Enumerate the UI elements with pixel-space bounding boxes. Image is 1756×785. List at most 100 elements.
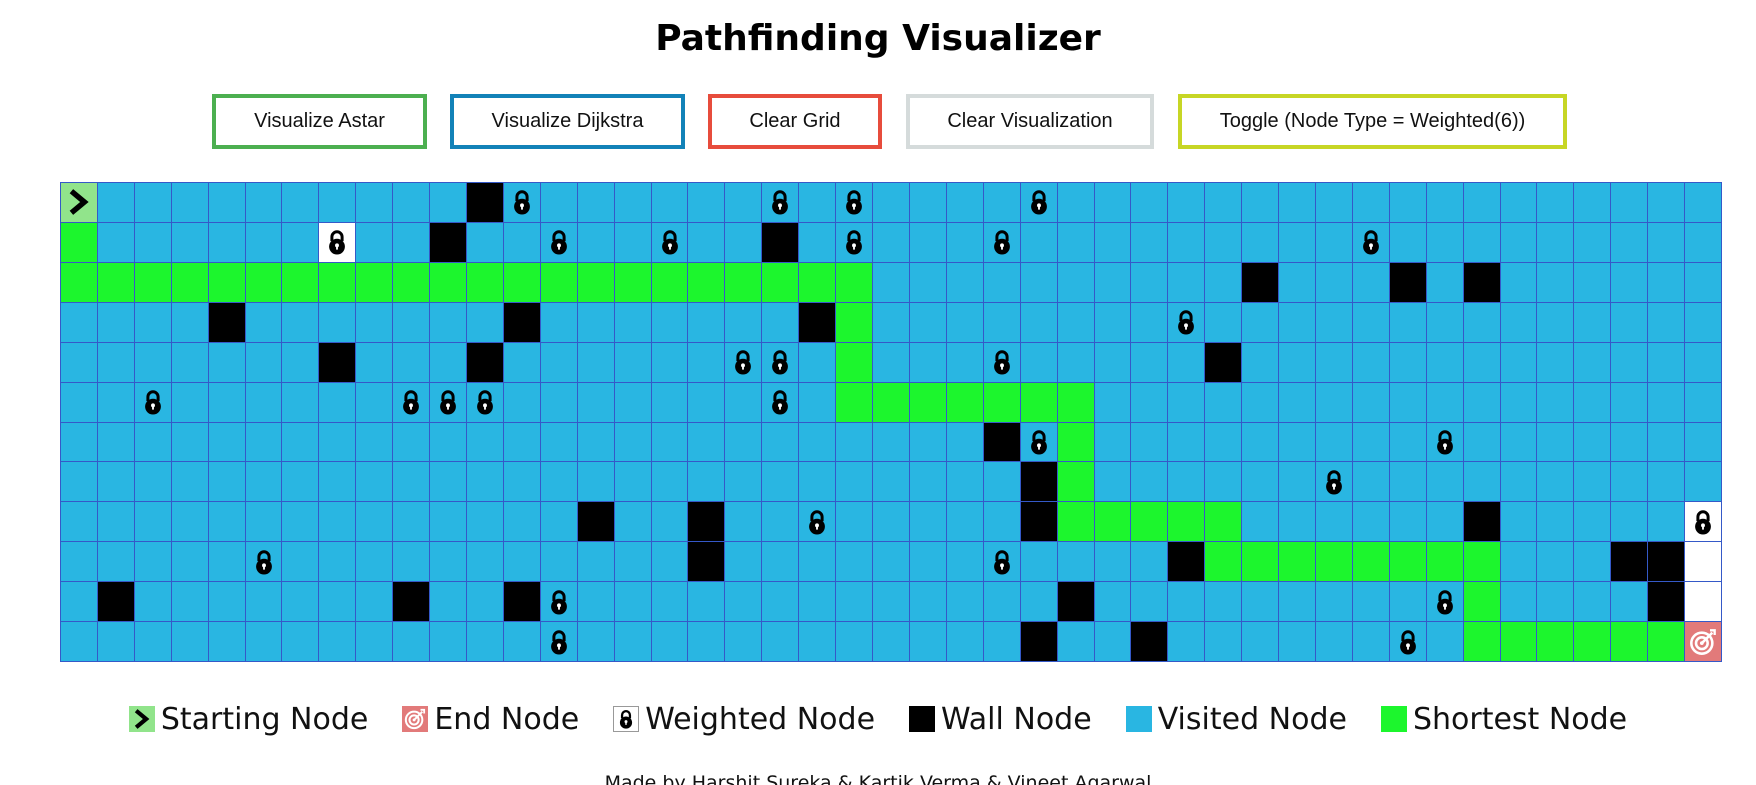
grid-cell-visited[interactable] bbox=[1168, 462, 1206, 503]
grid-cell-visited[interactable] bbox=[503, 342, 541, 383]
grid-cell-visited[interactable] bbox=[762, 622, 800, 662]
grid-cell-visited[interactable] bbox=[393, 422, 431, 463]
grid-cell-visited[interactable] bbox=[1242, 582, 1280, 623]
grid-cell-visited[interactable] bbox=[467, 502, 504, 543]
grid-cell-visited[interactable] bbox=[393, 502, 431, 543]
grid-cell-visited[interactable] bbox=[946, 302, 984, 343]
grid-cell-wall[interactable] bbox=[1168, 542, 1206, 583]
grid-cell-visited[interactable] bbox=[614, 582, 652, 623]
grid-cell-visited[interactable] bbox=[208, 542, 246, 583]
grid-cell-shortest[interactable] bbox=[1463, 622, 1501, 662]
grid-cell-visited[interactable] bbox=[1131, 262, 1169, 303]
grid-cell-visited[interactable] bbox=[467, 462, 504, 503]
grid-cell-visited[interactable] bbox=[725, 502, 763, 543]
grid-cell-visited[interactable] bbox=[1352, 462, 1390, 503]
grid-cell-visited[interactable] bbox=[1389, 183, 1427, 223]
grid-cell-visited[interactable] bbox=[1389, 302, 1427, 343]
grid-cell-visited[interactable] bbox=[1279, 342, 1316, 383]
grid-cell-visited[interactable] bbox=[134, 183, 172, 223]
grid-cell-visited[interactable] bbox=[1648, 502, 1686, 543]
grid-cell-visited[interactable] bbox=[1131, 382, 1169, 423]
grid-cell-visited[interactable] bbox=[1131, 582, 1169, 623]
grid-cell-visited[interactable] bbox=[430, 342, 468, 383]
grid-cell-visited[interactable] bbox=[245, 502, 283, 543]
grid-cell-visited[interactable] bbox=[1315, 422, 1353, 463]
grid-cell-visited[interactable] bbox=[1389, 382, 1427, 423]
grid-cell-shortest[interactable] bbox=[208, 262, 246, 303]
grid-cell-visited[interactable] bbox=[1352, 502, 1390, 543]
grid-cell-visited[interactable] bbox=[1279, 462, 1316, 503]
grid-cell-visited-weighted[interactable] bbox=[1020, 183, 1058, 223]
grid-cell-visited[interactable] bbox=[1574, 462, 1612, 503]
grid-cell-visited[interactable] bbox=[393, 222, 431, 263]
grid-cell-visited[interactable] bbox=[1685, 342, 1722, 383]
grid-cell-visited[interactable] bbox=[208, 422, 246, 463]
grid-cell-visited[interactable] bbox=[1057, 183, 1095, 223]
grid-cell-visited[interactable] bbox=[282, 342, 320, 383]
grid-cell-visited[interactable] bbox=[614, 302, 652, 343]
grid-cell-visited[interactable] bbox=[614, 382, 652, 423]
grid-cell-visited[interactable] bbox=[1685, 222, 1722, 263]
grid-cell-visited[interactable] bbox=[577, 382, 615, 423]
grid-cell-visited[interactable] bbox=[1315, 382, 1353, 423]
grid-cell-start[interactable] bbox=[61, 183, 98, 223]
grid-cell-visited[interactable] bbox=[1648, 262, 1686, 303]
grid-cell-visited[interactable] bbox=[171, 462, 209, 503]
grid-cell-visited[interactable] bbox=[208, 382, 246, 423]
grid-cell-shortest[interactable] bbox=[577, 262, 615, 303]
grid-cell-visited[interactable] bbox=[134, 302, 172, 343]
grid-cell-visited[interactable] bbox=[171, 222, 209, 263]
grid-cell-visited[interactable] bbox=[1463, 222, 1501, 263]
grid-cell-wall[interactable] bbox=[1242, 262, 1280, 303]
grid-cell-shortest[interactable] bbox=[1020, 382, 1058, 423]
grid-cell-visited[interactable] bbox=[245, 382, 283, 423]
grid-cell-visited[interactable] bbox=[1094, 382, 1132, 423]
grid-cell-visited[interactable] bbox=[393, 183, 431, 223]
grid-cell-visited[interactable] bbox=[1168, 622, 1206, 662]
grid-cell-wall[interactable] bbox=[688, 502, 726, 543]
grid-cell-visited[interactable] bbox=[1463, 382, 1501, 423]
grid-cell-visited[interactable] bbox=[356, 342, 394, 383]
grid-cell-visited[interactable] bbox=[1389, 342, 1427, 383]
grid-cell-visited[interactable] bbox=[1500, 422, 1538, 463]
grid-cell-visited[interactable] bbox=[245, 422, 283, 463]
grid-cell-shortest[interactable] bbox=[1205, 542, 1243, 583]
grid-cell-visited[interactable] bbox=[614, 542, 652, 583]
grid-cell-visited[interactable] bbox=[171, 422, 209, 463]
grid-cell-visited[interactable] bbox=[1352, 302, 1390, 343]
grid-cell-visited[interactable] bbox=[688, 382, 726, 423]
grid-cell-wall[interactable] bbox=[1020, 462, 1058, 503]
grid-cell-visited[interactable] bbox=[1279, 422, 1316, 463]
grid-cell-visited[interactable] bbox=[1242, 422, 1280, 463]
grid-cell-visited[interactable] bbox=[1574, 222, 1612, 263]
grid-cell-visited[interactable] bbox=[1315, 582, 1353, 623]
grid-cell-visited[interactable] bbox=[762, 542, 800, 583]
grid-cell-shortest[interactable] bbox=[1389, 542, 1427, 583]
grid-cell-visited[interactable] bbox=[946, 422, 984, 463]
grid-cell-visited[interactable] bbox=[171, 302, 209, 343]
grid-cell-visited[interactable] bbox=[61, 302, 98, 343]
grid-cell-visited-weighted[interactable] bbox=[540, 222, 578, 263]
grid-cell-wall[interactable] bbox=[503, 302, 541, 343]
grid-cell-shortest[interactable] bbox=[836, 262, 874, 303]
grid-cell-visited[interactable] bbox=[393, 302, 431, 343]
grid-cell-visited[interactable] bbox=[1205, 222, 1243, 263]
grid-cell-visited-weighted[interactable] bbox=[762, 382, 800, 423]
grid-cell-visited[interactable] bbox=[208, 502, 246, 543]
grid-cell-visited-weighted[interactable] bbox=[1315, 462, 1353, 503]
grid-cell-visited[interactable] bbox=[725, 622, 763, 662]
grid-cell-visited[interactable] bbox=[1094, 183, 1132, 223]
grid-cell-visited[interactable] bbox=[1574, 183, 1612, 223]
grid-cell-visited[interactable] bbox=[1648, 302, 1686, 343]
grid-cell-visited[interactable] bbox=[1685, 302, 1722, 343]
grid-cell-visited[interactable] bbox=[171, 342, 209, 383]
grid-cell-visited[interactable] bbox=[909, 342, 947, 383]
grid-cell-visited[interactable] bbox=[356, 422, 394, 463]
grid-cell-visited[interactable] bbox=[1094, 542, 1132, 583]
grid-cell-visited[interactable] bbox=[1611, 262, 1649, 303]
grid-cell-shortest[interactable] bbox=[503, 262, 541, 303]
grid-cell-visited[interactable] bbox=[430, 502, 468, 543]
grid-cell-visited[interactable] bbox=[356, 542, 394, 583]
grid-cell-shortest[interactable] bbox=[836, 342, 874, 383]
grid-cell-shortest[interactable] bbox=[983, 382, 1021, 423]
